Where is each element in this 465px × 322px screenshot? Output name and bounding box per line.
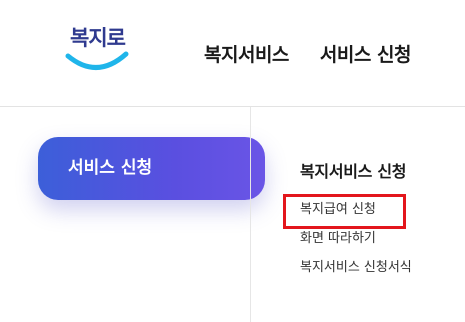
- topnav-item-service-application[interactable]: 서비스 신청: [320, 40, 412, 67]
- top-navigation: 복지서비스 서비스 신청: [204, 40, 411, 67]
- highlight-box: [283, 194, 406, 229]
- submenu-item-screen-guide[interactable]: 화면 따라하기: [300, 229, 412, 254]
- page: 복지로 복지서비스 서비스 신청 서비스 신청 복지서비스 신청 복지급여 신청…: [0, 0, 465, 322]
- vertical-divider: [250, 107, 251, 322]
- header: 복지로 복지서비스 서비스 신청: [0, 0, 465, 107]
- submenu-title[interactable]: 복지서비스 신청: [300, 158, 412, 182]
- topnav-item-welfare-services[interactable]: 복지서비스: [204, 40, 289, 67]
- submenu-item-application-forms[interactable]: 복지서비스 신청서식: [300, 258, 412, 283]
- bokjiro-logo[interactable]: 복지로: [62, 20, 134, 80]
- sidebar-item-service-application[interactable]: 서비스 신청: [38, 137, 265, 200]
- logo-smile-icon: [65, 51, 129, 70]
